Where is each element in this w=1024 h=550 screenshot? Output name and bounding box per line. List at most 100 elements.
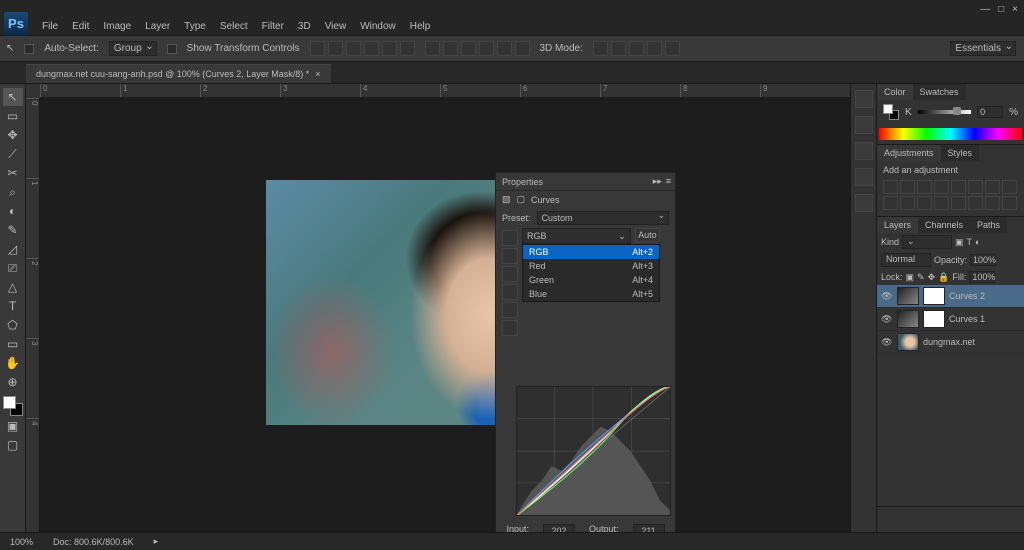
- adj-icon[interactable]: [917, 196, 932, 210]
- show-transform-checkbox[interactable]: [167, 44, 177, 54]
- menu-file[interactable]: File: [36, 19, 64, 34]
- menu-window[interactable]: Window: [354, 19, 402, 34]
- menu-3d[interactable]: 3D: [292, 19, 317, 34]
- ruler-horizontal[interactable]: 0123456789: [40, 84, 850, 98]
- adj-icon[interactable]: [951, 180, 966, 194]
- curves-sampler-gray[interactable]: [502, 302, 518, 318]
- distribute-icon[interactable]: [479, 41, 494, 56]
- curves-draw-tool[interactable]: [502, 248, 518, 264]
- opacity-field[interactable]: 100%: [970, 254, 996, 266]
- tool-pen[interactable]: ⬠: [3, 316, 23, 334]
- mode3d-icon[interactable]: [611, 41, 626, 56]
- align-icon[interactable]: [364, 41, 379, 56]
- maximize-button[interactable]: □: [998, 4, 1004, 15]
- menu-filter[interactable]: Filter: [256, 19, 290, 34]
- tab-adjustments[interactable]: Adjustments: [877, 145, 941, 161]
- channel-option-rgb[interactable]: RGBAlt+2: [523, 245, 659, 259]
- k-value[interactable]: 0: [977, 106, 1003, 118]
- canvas-area[interactable]: 0123456789 01234 Properties ▸▸≡ ▧ ▢ Curv…: [26, 84, 850, 532]
- menu-help[interactable]: Help: [404, 19, 437, 34]
- align-icon[interactable]: [400, 41, 415, 56]
- filter-icon[interactable]: T: [967, 237, 973, 247]
- layer-mask[interactable]: [923, 310, 945, 328]
- dock-icon[interactable]: [855, 142, 873, 160]
- adj-icon[interactable]: [934, 196, 949, 210]
- tab-channels[interactable]: Channels: [918, 217, 970, 233]
- tab-paths[interactable]: Paths: [970, 217, 1007, 233]
- adj-icon[interactable]: [934, 180, 949, 194]
- layer-mask[interactable]: [923, 287, 945, 305]
- auto-select-checkbox[interactable]: [24, 44, 34, 54]
- tab-swatches[interactable]: Swatches: [913, 84, 966, 100]
- trash-icon[interactable]: [1002, 514, 1016, 528]
- tool-lasso[interactable]: ✥: [3, 126, 23, 144]
- mode3d-icon[interactable]: [629, 41, 644, 56]
- align-icon[interactable]: [310, 41, 325, 56]
- channel-option-blue[interactable]: BlueAlt+5: [523, 287, 659, 301]
- foreground-background-colors[interactable]: [3, 396, 23, 416]
- preset-dropdown[interactable]: Custom: [537, 211, 669, 225]
- adj-icon[interactable]: [1002, 180, 1017, 194]
- curves-point-tool[interactable]: [502, 230, 518, 246]
- tool-type[interactable]: T: [3, 297, 23, 315]
- quickmask-toggle[interactable]: ▣: [3, 417, 23, 435]
- document-tab-close[interactable]: ×: [315, 69, 320, 79]
- tool-hand[interactable]: ✋: [3, 354, 23, 372]
- status-chevron-icon[interactable]: ▸: [154, 536, 159, 547]
- distribute-icon[interactable]: [497, 41, 512, 56]
- tool-stamp[interactable]: ◿: [3, 240, 23, 258]
- adj-icon[interactable]: [968, 196, 983, 210]
- distribute-icon[interactable]: [443, 41, 458, 56]
- adj-icon[interactable]: [900, 196, 915, 210]
- menu-layer[interactable]: Layer: [139, 19, 176, 34]
- color-spectrum[interactable]: [879, 128, 1022, 140]
- curves-graph[interactable]: [516, 386, 671, 516]
- close-button[interactable]: ×: [1012, 4, 1018, 15]
- mode3d-icon[interactable]: [593, 41, 608, 56]
- adjustment-layer-icon[interactable]: [944, 514, 958, 528]
- adj-icon[interactable]: [1002, 196, 1017, 210]
- panel-collapse-icon[interactable]: ▸▸: [653, 176, 662, 187]
- mode3d-icon[interactable]: [647, 41, 662, 56]
- lock-icon[interactable]: ▣: [906, 272, 915, 283]
- distribute-icon[interactable]: [461, 41, 476, 56]
- eye-icon[interactable]: 👁: [881, 337, 893, 348]
- link-icon[interactable]: [885, 514, 899, 528]
- lock-icon[interactable]: ✥: [928, 272, 936, 283]
- auto-select-dropdown[interactable]: Group: [109, 41, 157, 56]
- align-icon[interactable]: [328, 41, 343, 56]
- fx-icon[interactable]: [905, 514, 919, 528]
- tool-wand[interactable]: ⟋: [3, 145, 23, 163]
- menu-view[interactable]: View: [319, 19, 353, 34]
- tool-eraser[interactable]: ⎚: [3, 259, 23, 277]
- tool-gradient[interactable]: △: [3, 278, 23, 296]
- adj-icon[interactable]: [917, 180, 932, 194]
- zoom-level[interactable]: 100%: [10, 537, 33, 547]
- layer-thumb[interactable]: [897, 310, 919, 328]
- adj-icon[interactable]: [951, 196, 966, 210]
- blendmode-dropdown[interactable]: Normal: [881, 253, 931, 267]
- output-field[interactable]: 211: [633, 524, 665, 532]
- tab-layers[interactable]: Layers: [877, 217, 918, 233]
- dock-icon[interactable]: [855, 168, 873, 186]
- input-field[interactable]: 202: [543, 524, 575, 532]
- document-tab[interactable]: dungmax.net cuu-sang-anh.psd @ 100% (Cur…: [26, 64, 331, 83]
- distribute-icon[interactable]: [515, 41, 530, 56]
- tool-marquee[interactable]: ▭: [3, 107, 23, 125]
- curves-targeted-tool[interactable]: [502, 266, 518, 282]
- mask-icon[interactable]: [924, 514, 938, 528]
- tool-zoom[interactable]: ⊕: [3, 373, 23, 391]
- lock-icon[interactable]: 🔒: [938, 272, 949, 283]
- group-icon[interactable]: [963, 514, 977, 528]
- auto-button[interactable]: Auto: [635, 228, 660, 242]
- adj-icon[interactable]: [985, 180, 1000, 194]
- lock-icon[interactable]: ✎: [917, 272, 925, 283]
- adj-icon[interactable]: [883, 196, 898, 210]
- adj-icon[interactable]: [985, 196, 1000, 210]
- workspace-dropdown[interactable]: Essentials: [950, 41, 1016, 56]
- layer-thumb[interactable]: [897, 287, 919, 305]
- tab-styles[interactable]: Styles: [941, 145, 980, 161]
- mode3d-icon[interactable]: [665, 41, 680, 56]
- dock-icon[interactable]: [855, 194, 873, 212]
- menu-edit[interactable]: Edit: [66, 19, 95, 34]
